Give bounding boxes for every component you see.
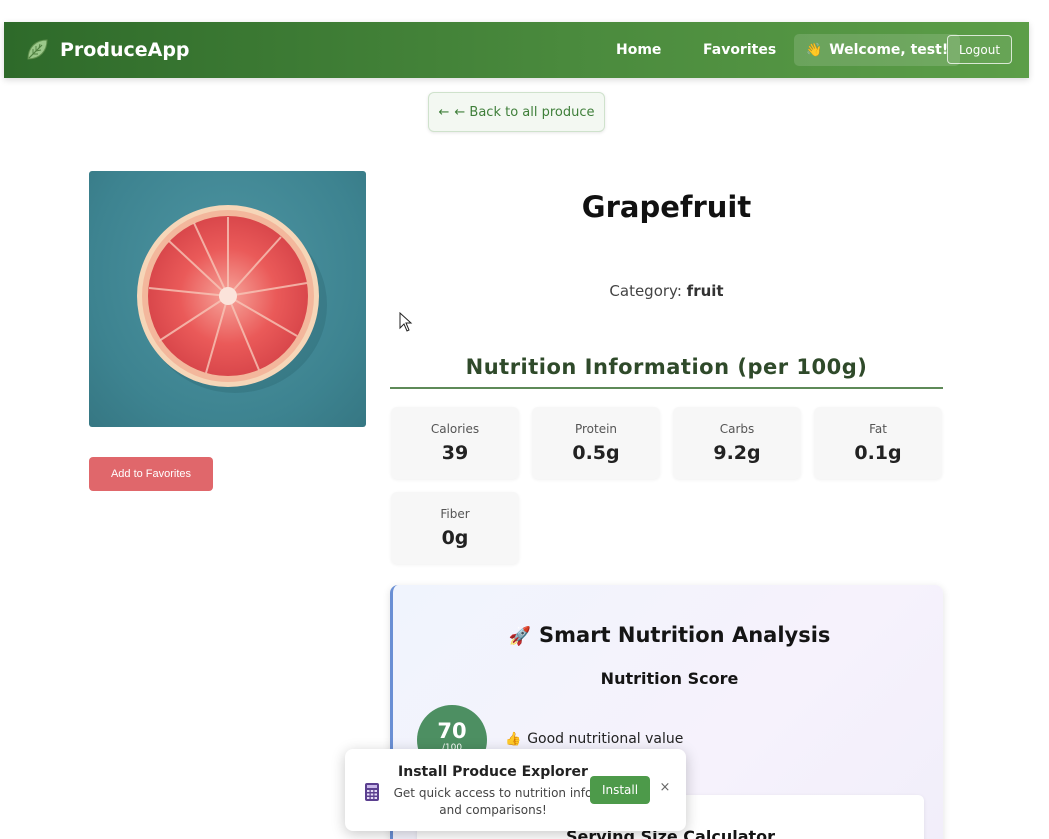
score-verdict: 👍 Good nutritional value — [505, 731, 683, 747]
nutrition-score-title: Nutrition Score — [600, 669, 739, 688]
back-label: ← Back to all produce — [454, 104, 595, 120]
nutrition-value: 0.1g — [854, 442, 902, 464]
produce-title: Grapefruit — [581, 190, 752, 224]
nutrition-card-calories: Calories 39 — [391, 407, 519, 479]
nutrition-value: 0.5g — [572, 442, 620, 464]
welcome-badge: 👋 Welcome, test! — [794, 34, 961, 66]
nutrition-card-fat: Fat 0.1g — [814, 407, 942, 479]
install-prompt: Install Produce Explorer Get quick acces… — [345, 749, 686, 831]
brand-link[interactable]: ProduceApp — [24, 37, 190, 63]
install-description: Get quick access to nutrition info and c… — [393, 786, 593, 817]
arrow-left-icon: ← — [438, 104, 450, 120]
nutrition-label: Protein — [574, 422, 618, 436]
close-icon[interactable]: × — [658, 780, 672, 798]
produce-detail-page: ProduceApp Home Favorites 👋 Welcome, tes… — [0, 0, 1049, 839]
nutrition-card-protein: Protein 0.5g — [532, 407, 660, 479]
score-value: 70 — [437, 719, 467, 743]
wave-icon: 👋 — [806, 42, 823, 58]
nutrition-card-fiber: Fiber 0g — [391, 492, 519, 564]
nav-favorites-link[interactable]: Favorites — [703, 22, 776, 78]
back-to-produce-button[interactable]: ← ← Back to all produce — [428, 92, 605, 132]
nutrition-value: 9.2g — [713, 442, 761, 464]
nutrition-card-carbs: Carbs 9.2g — [673, 407, 801, 479]
brand-name: ProduceApp — [60, 39, 190, 61]
rocket-icon: 🚀 — [508, 626, 532, 647]
nutrition-value: 0g — [441, 527, 469, 549]
nutrition-label: Carbs — [719, 422, 755, 436]
nutrition-heading: Nutrition Information (per 100g) — [465, 355, 868, 379]
nutrition-label: Fat — [869, 422, 887, 436]
thumbs-up-icon: 👍 — [505, 732, 522, 747]
nutrition-value: 39 — [441, 442, 469, 464]
grapefruit-photo-icon — [137, 205, 327, 393]
category-value: fruit — [686, 282, 724, 300]
nutrition-label: Fiber — [440, 507, 470, 521]
logout-button[interactable]: Logout — [947, 35, 1012, 64]
produce-category: Category: fruit — [390, 282, 943, 300]
nav-home-link[interactable]: Home — [616, 22, 661, 78]
app-icon — [365, 783, 379, 801]
grapefruit-image — [89, 171, 366, 427]
category-label: Category: — [609, 282, 682, 300]
leaf-icon — [27, 39, 48, 60]
navbar: ProduceApp Home Favorites 👋 Welcome, tes… — [4, 22, 1029, 78]
score-verdict-text: Good nutritional value — [527, 731, 684, 747]
welcome-text: Welcome, test! — [829, 42, 949, 58]
add-to-favorites-button[interactable]: Add to Favorites — [89, 457, 213, 491]
install-button[interactable]: Install — [590, 776, 650, 804]
nutrition-divider — [390, 387, 943, 389]
nutrition-label: Calories — [430, 422, 480, 436]
smart-analysis-title-text: Smart Nutrition Analysis — [539, 623, 831, 647]
install-title: Install Produce Explorer — [398, 764, 588, 780]
mouse-cursor-icon — [399, 312, 413, 332]
smart-analysis-title: 🚀 Smart Nutrition Analysis — [393, 623, 946, 647]
